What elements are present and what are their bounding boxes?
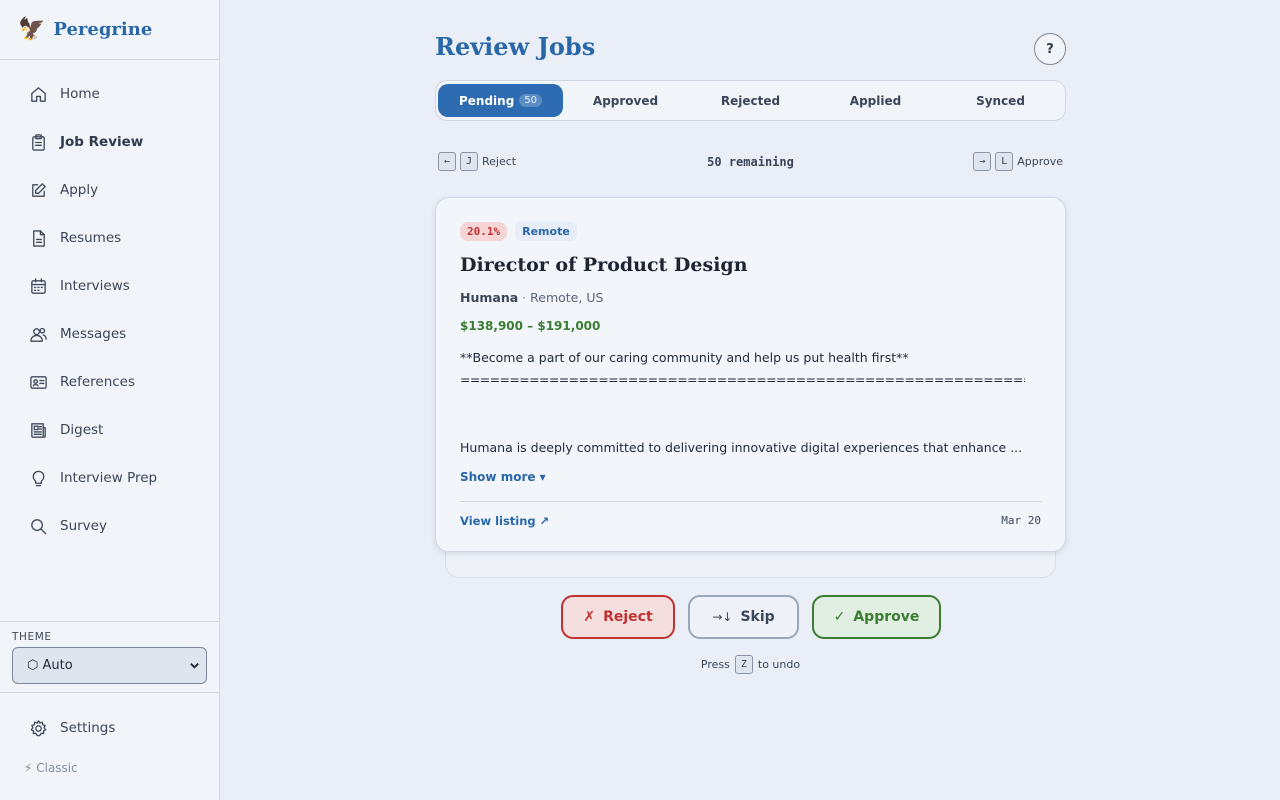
sidebar-item-label: Settings [60, 720, 116, 736]
sidebar-item-label: Resumes [60, 230, 122, 246]
approve-hint-label: Approve [1017, 155, 1063, 168]
tab-pending[interactable]: Pending 50 [438, 84, 563, 117]
sidebar-item-label: Job Review [60, 134, 144, 150]
calendar-icon [28, 276, 48, 296]
tab-synced[interactable]: Synced [938, 84, 1063, 117]
check-icon: ✓ [833, 609, 846, 625]
sidebar-item-label: References [60, 374, 136, 390]
match-score-badge: 20.1% [460, 222, 508, 241]
tab-label: Approved [592, 93, 659, 108]
approve-button[interactable]: ✓ Approve [812, 595, 941, 639]
eagle-logo-icon: 🦅 [18, 16, 46, 42]
sidebar-item-survey[interactable]: Survey [0, 502, 219, 550]
sidebar-item-digest[interactable]: Digest [0, 406, 219, 454]
tab-label: Applied [849, 93, 902, 108]
approve-hint: → L Approve [973, 152, 1063, 171]
undo-prefix: Press [700, 658, 730, 671]
approve-button-label: Approve [853, 609, 920, 625]
reject-button-label: Reject [603, 609, 653, 625]
sidebar-item-label: Interview Prep [60, 470, 158, 486]
home-icon [28, 84, 48, 104]
sidebar-item-settings[interactable]: Settings [0, 704, 219, 752]
remote-badge: Remote [515, 222, 577, 241]
brand-name: Peregrine [53, 19, 153, 40]
tab-applied[interactable]: Applied [813, 84, 938, 117]
view-listing-link[interactable]: View listing ↗ [460, 514, 549, 528]
tab-label: Pending [458, 93, 515, 108]
skip-arrows-icon: →↓ [712, 610, 733, 624]
description-line: **Become a part of our caring community … [460, 350, 909, 365]
theme-label: THEME [12, 631, 52, 643]
j-key: J [460, 152, 478, 171]
chevron-down-icon [190, 663, 199, 669]
sidebar: 🦅 Peregrine Home Job Review Apply Resume… [0, 0, 220, 800]
theme-selected-value: ⬡ Auto [27, 658, 73, 673]
sidebar-item-label: Digest [60, 422, 104, 438]
id-card-icon [28, 372, 48, 392]
lightbulb-icon [28, 468, 48, 488]
reject-button[interactable]: ✗ Reject [561, 595, 675, 639]
tab-approved[interactable]: Approved [563, 84, 688, 117]
right-arrow-key: → [973, 152, 992, 171]
card-divider [460, 501, 1042, 502]
description-rule: ========================================… [460, 372, 1025, 387]
reject-hint: ← J Reject [438, 152, 516, 171]
help-button[interactable]: ? [1034, 33, 1066, 65]
sidebar-item-messages[interactable]: Messages [0, 310, 219, 358]
sidebar-item-job-review[interactable]: Job Review [0, 118, 219, 166]
company-location: Humana · Remote, US [460, 290, 603, 305]
sidebar-item-apply[interactable]: Apply [0, 166, 219, 214]
sidebar-item-resumes[interactable]: Resumes [0, 214, 219, 262]
page-title: Review Jobs [435, 32, 596, 61]
pencil-square-icon [28, 180, 48, 200]
skip-button[interactable]: →↓ Skip [688, 595, 799, 639]
tab-label: Rejected [720, 93, 781, 108]
company-name: Humana [460, 290, 519, 305]
gear-icon [28, 718, 48, 738]
sidebar-item-label: Messages [60, 326, 127, 342]
sidebar-nav: Home Job Review Apply Resumes Interviews… [0, 60, 219, 550]
salary-range: $138,900 – $191,000 [460, 319, 601, 333]
sidebar-item-label: Survey [60, 518, 107, 534]
sidebar-item-label: Apply [60, 182, 99, 198]
remaining-count: 50 remaining [707, 155, 794, 169]
sidebar-item-references[interactable]: References [0, 358, 219, 406]
z-key: Z [734, 655, 753, 674]
classic-mode-link[interactable]: ⚡ Classic [24, 761, 78, 775]
theme-section: THEME ⬡ Auto [0, 621, 219, 693]
show-more-toggle[interactable]: Show more ▾ [460, 470, 546, 484]
sidebar-item-interviews[interactable]: Interviews [0, 262, 219, 310]
sidebar-item-home[interactable]: Home [0, 70, 219, 118]
job-card[interactable]: 20.1% Remote Director of Product Design … [435, 197, 1066, 552]
document-icon [28, 228, 48, 248]
sidebar-item-interview-prep[interactable]: Interview Prep [0, 454, 219, 502]
l-key: L [995, 152, 1014, 171]
newspaper-icon [28, 420, 48, 440]
brand[interactable]: 🦅 Peregrine [0, 0, 219, 60]
users-icon [28, 324, 48, 344]
job-badges: 20.1% Remote [460, 222, 577, 241]
tab-rejected[interactable]: Rejected [688, 84, 813, 117]
tab-count-badge: 50 [519, 94, 543, 107]
review-actions: ✗ Reject →↓ Skip ✓ Approve [561, 595, 941, 639]
status-tabs: Pending 50 Approved Rejected Applied Syn… [435, 80, 1066, 121]
job-title: Director of Product Design [460, 254, 748, 276]
tab-label: Synced [976, 93, 1025, 108]
sidebar-item-label: Home [60, 86, 100, 102]
reject-hint-label: Reject [482, 155, 517, 168]
posted-date: Mar 20 [1001, 514, 1041, 527]
left-arrow-key: ← [438, 152, 456, 171]
description-line: Humana is deeply committed to delivering… [460, 440, 1023, 455]
job-location: Remote, US [530, 290, 604, 305]
sidebar-item-label: Interviews [60, 278, 130, 294]
theme-select[interactable]: ⬡ Auto [12, 647, 207, 684]
undo-hint: Press Z to undo [435, 655, 1066, 674]
separator-dot: · [522, 290, 527, 305]
x-icon: ✗ [583, 609, 596, 625]
skip-button-label: Skip [740, 609, 775, 625]
search-icon [28, 516, 48, 536]
keyboard-hints: 50 remaining ← J Reject → L Approve [435, 152, 1066, 172]
clipboard-icon [28, 132, 48, 152]
undo-suffix: to undo [757, 658, 801, 671]
